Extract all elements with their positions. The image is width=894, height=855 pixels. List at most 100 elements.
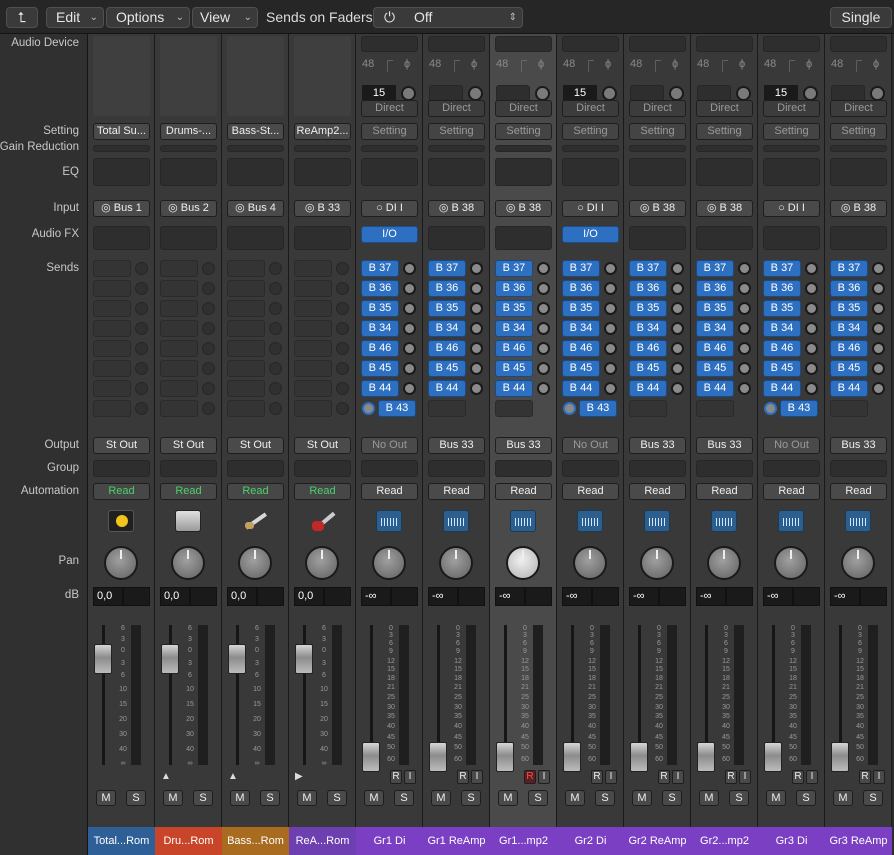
setting-button[interactable]: Setting	[562, 123, 619, 140]
automation-button[interactable]: Read	[160, 483, 217, 500]
send-slot-empty[interactable]	[227, 280, 265, 297]
send-slot-empty[interactable]	[830, 400, 868, 417]
output-button[interactable]: Bus 33	[629, 437, 686, 454]
mute-button[interactable]: M	[632, 790, 652, 806]
group-slot[interactable]	[428, 460, 485, 477]
send-slot[interactable]: B 37	[830, 260, 868, 277]
send-level-knob[interactable]	[805, 262, 818, 275]
send-slot[interactable]: B 35	[361, 300, 399, 317]
send-slot[interactable]: B 45	[696, 360, 734, 377]
send-slot-empty[interactable]	[93, 340, 131, 357]
send-level-knob[interactable]	[872, 362, 885, 375]
solo-button[interactable]: S	[528, 790, 548, 806]
send-slot[interactable]: B 46	[830, 340, 868, 357]
send-level-knob[interactable]	[604, 302, 617, 315]
send-slot[interactable]: B 35	[495, 300, 533, 317]
send-slot[interactable]: B 34	[629, 320, 667, 337]
send-level-knob[interactable]	[872, 262, 885, 275]
send-slot[interactable]: B 43	[780, 400, 818, 417]
automation-button[interactable]: Read	[629, 483, 686, 500]
output-button[interactable]: Bus 33	[428, 437, 485, 454]
output-button[interactable]: Bus 33	[495, 437, 552, 454]
send-level-knob[interactable]	[671, 302, 684, 315]
sends-on-faders-select[interactable]: ⏻ Off ⇕	[373, 7, 523, 28]
setting-button[interactable]: ReAmp2...	[294, 123, 351, 140]
send-level-knob[interactable]	[604, 362, 617, 375]
track-name[interactable]: Gr3 ReAmp	[825, 827, 892, 855]
audio-device-slot[interactable]	[495, 36, 552, 52]
direct-button[interactable]: Direct	[361, 100, 418, 117]
volume-fader[interactable]	[831, 742, 849, 772]
send-level-knob[interactable]	[470, 362, 483, 375]
input-gain-knob[interactable]	[401, 86, 416, 101]
send-slot-empty[interactable]	[160, 400, 198, 417]
setting-button[interactable]: Setting	[763, 123, 820, 140]
eq-display[interactable]	[428, 158, 485, 186]
setting-button[interactable]: Setting	[495, 123, 552, 140]
input-button[interactable]: ◎ B 33	[294, 200, 351, 217]
volume-db-value[interactable]: -∞	[428, 587, 458, 606]
send-slot-empty[interactable]	[227, 360, 265, 377]
automation-button[interactable]: Read	[93, 483, 150, 500]
send-slot[interactable]: B 37	[361, 260, 399, 277]
send-slot[interactable]: B 46	[696, 340, 734, 357]
volume-fader[interactable]	[496, 742, 514, 772]
send-slot[interactable]: B 35	[830, 300, 868, 317]
volume-fader[interactable]	[295, 644, 313, 674]
send-level-knob[interactable]	[403, 282, 416, 295]
send-level-knob[interactable]	[738, 322, 751, 335]
audio-device-slot[interactable]	[629, 36, 686, 52]
volume-fader[interactable]	[94, 644, 112, 674]
volume-db-value[interactable]: -∞	[495, 587, 525, 606]
send-level-knob[interactable]	[738, 262, 751, 275]
send-slot[interactable]: B 44	[763, 380, 801, 397]
send-slot[interactable]: B 37	[696, 260, 734, 277]
send-level-knob[interactable]	[764, 402, 777, 415]
pan-knob[interactable]	[305, 546, 339, 580]
audio-fx-slot[interactable]	[294, 226, 351, 250]
send-level-knob[interactable]	[872, 322, 885, 335]
input-button[interactable]: ◎ B 38	[696, 200, 753, 217]
input-button[interactable]: ○ DI I	[361, 200, 418, 217]
send-level-knob[interactable]	[671, 322, 684, 335]
eq-display[interactable]	[294, 158, 351, 186]
mute-button[interactable]: M	[96, 790, 116, 806]
group-slot[interactable]	[830, 460, 887, 477]
audio-fx-slot[interactable]	[763, 226, 820, 250]
automation-button[interactable]: Read	[562, 483, 619, 500]
mute-button[interactable]: M	[565, 790, 585, 806]
send-slot-empty[interactable]	[227, 300, 265, 317]
pan-knob[interactable]	[506, 546, 540, 580]
send-level-knob[interactable]	[805, 322, 818, 335]
direct-button[interactable]: Direct	[629, 100, 686, 117]
setting-button[interactable]: Setting	[361, 123, 418, 140]
send-level-knob[interactable]	[470, 322, 483, 335]
send-slot[interactable]: B 36	[361, 280, 399, 297]
send-level-knob[interactable]	[537, 342, 550, 355]
eq-display[interactable]	[227, 158, 284, 186]
group-slot[interactable]	[93, 460, 150, 477]
send-slot-empty[interactable]	[93, 300, 131, 317]
audio-device-slot[interactable]	[428, 36, 485, 52]
volume-db-value[interactable]: -∞	[562, 587, 592, 606]
send-slot-empty[interactable]	[428, 400, 466, 417]
send-level-knob[interactable]	[738, 342, 751, 355]
mute-button[interactable]: M	[163, 790, 183, 806]
send-slot[interactable]: B 36	[562, 280, 600, 297]
track-name[interactable]: Gr2...mp2	[691, 827, 758, 855]
input-gain-knob[interactable]	[669, 86, 684, 101]
group-slot[interactable]	[294, 460, 351, 477]
group-slot[interactable]	[629, 460, 686, 477]
track-name[interactable]: Bass...Rom	[222, 827, 289, 855]
track-name[interactable]: Gr1 Di	[356, 827, 423, 855]
volume-fader[interactable]	[161, 644, 179, 674]
output-button[interactable]: Bus 33	[830, 437, 887, 454]
mute-button[interactable]: M	[230, 790, 250, 806]
record-enable-button[interactable]: R	[457, 770, 469, 784]
send-level-knob[interactable]	[470, 382, 483, 395]
volume-fader[interactable]	[697, 742, 715, 772]
send-slot[interactable]: B 37	[629, 260, 667, 277]
send-level-knob[interactable]	[872, 342, 885, 355]
send-slot-empty[interactable]	[227, 340, 265, 357]
folder-disclosure-icon[interactable]: ▶	[295, 771, 303, 782]
